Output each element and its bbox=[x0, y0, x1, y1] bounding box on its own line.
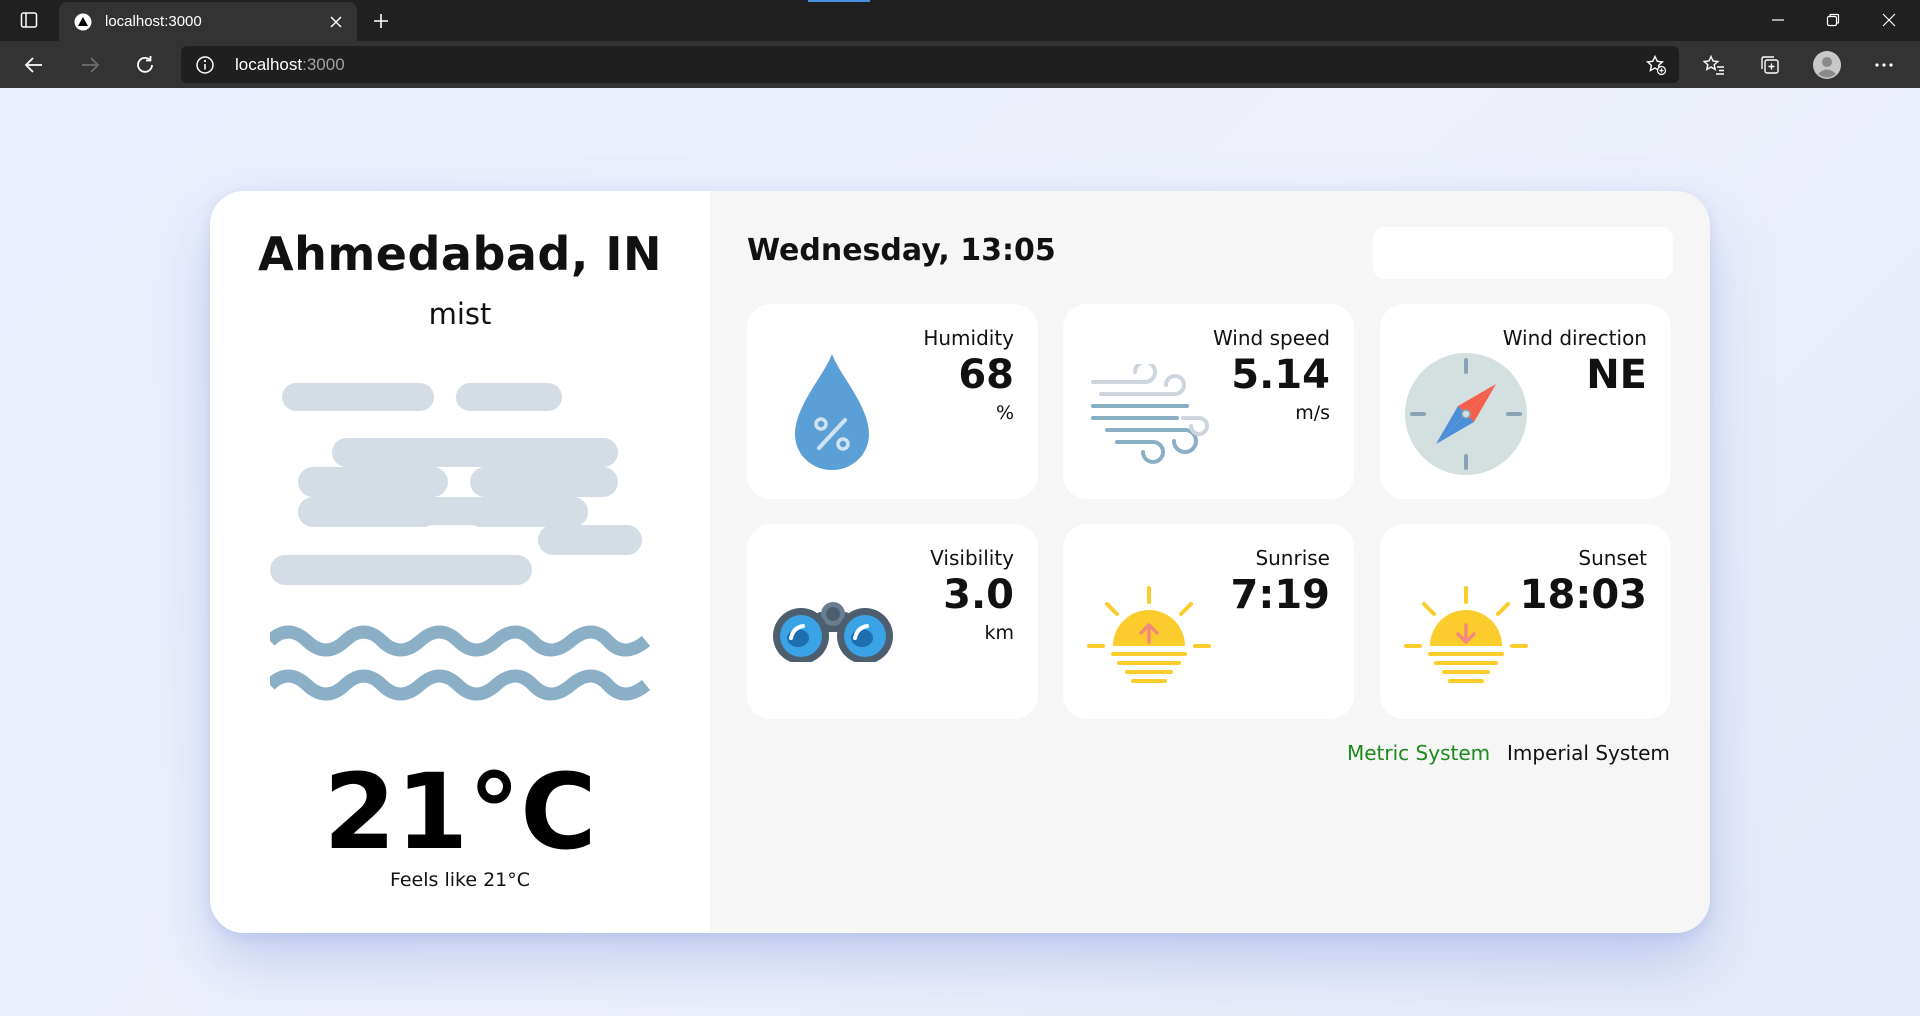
wind-direction-tile: Wind direction NE bbox=[1380, 304, 1671, 499]
metric-system-link[interactable]: Metric System bbox=[1347, 741, 1490, 765]
sunset-label: Sunset bbox=[1578, 546, 1647, 570]
sunset-tile: Sunset 18:03 bbox=[1380, 524, 1671, 719]
sunrise-label: Sunrise bbox=[1255, 546, 1330, 570]
wind-direction-label: Wind direction bbox=[1502, 326, 1647, 350]
collections-icon[interactable] bbox=[1753, 48, 1787, 82]
city-name: Ahmedabad, IN bbox=[258, 227, 662, 281]
wind-speed-tile: Wind speed 5.14 m/s bbox=[1063, 304, 1354, 499]
humidity-unit: % bbox=[995, 402, 1014, 424]
visibility-tile: Visibility 3.0 km bbox=[747, 524, 1038, 719]
accent-line bbox=[808, 0, 870, 2]
sunset-icon bbox=[1404, 586, 1528, 690]
url-host: localhost bbox=[235, 55, 303, 74]
sunrise-tile: Sunrise 7:19 bbox=[1063, 524, 1354, 719]
favorites-icon[interactable] bbox=[1697, 48, 1731, 82]
wind-speed-value: 5.14 bbox=[1231, 352, 1330, 398]
temperature-value: 21 bbox=[323, 751, 469, 873]
feels-like: Feels like 21°C bbox=[389, 869, 531, 891]
browser-tab-strip: localhost:3000 bbox=[0, 0, 1920, 41]
sunrise-icon bbox=[1087, 586, 1211, 690]
close-tab-icon[interactable] bbox=[323, 9, 349, 35]
close-window-icon[interactable] bbox=[1866, 4, 1912, 36]
binoculars-icon bbox=[771, 598, 895, 666]
page-background: Ahmedabad, IN mist 21°C Feels like 21°C … bbox=[0, 88, 1920, 1016]
more-options-icon[interactable] bbox=[1867, 48, 1901, 82]
profile-avatar-icon[interactable] bbox=[1810, 48, 1844, 82]
browser-tab[interactable]: localhost:3000 bbox=[59, 2, 357, 41]
refresh-icon[interactable] bbox=[128, 48, 162, 82]
details-panel: Wednesday, 13:05 Humidity 68 % Wind spee… bbox=[710, 191, 1710, 933]
add-favorite-icon[interactable] bbox=[1643, 52, 1669, 78]
weather-description: mist bbox=[428, 297, 492, 331]
restore-icon[interactable] bbox=[1810, 4, 1856, 36]
city-search-input[interactable] bbox=[1373, 227, 1673, 279]
new-tab-button[interactable] bbox=[366, 6, 396, 36]
minimize-icon[interactable] bbox=[1755, 4, 1801, 36]
humidity-value: 68 bbox=[958, 352, 1014, 398]
date-time: Wednesday, 13:05 bbox=[747, 233, 1056, 268]
visibility-label: Visibility bbox=[930, 546, 1014, 570]
sunrise-value: 7:19 bbox=[1230, 572, 1331, 618]
sunset-value: 18:03 bbox=[1519, 572, 1647, 618]
tab-title: localhost:3000 bbox=[105, 13, 202, 30]
visibility-unit: km bbox=[984, 622, 1014, 644]
forward-icon[interactable] bbox=[73, 48, 107, 82]
visibility-value: 3.0 bbox=[943, 572, 1014, 618]
address-bar[interactable]: localhost:3000 bbox=[181, 46, 1679, 83]
url-text[interactable]: localhost:3000 bbox=[235, 55, 345, 75]
wind-speed-unit: m/s bbox=[1295, 402, 1330, 424]
temperature-unit: °C bbox=[468, 751, 597, 873]
nextjs-favicon-icon bbox=[73, 12, 93, 32]
compass-icon bbox=[1404, 352, 1528, 480]
water-drop-percent-icon bbox=[793, 352, 871, 476]
wind-direction-value: NE bbox=[1586, 352, 1647, 398]
site-info-icon[interactable] bbox=[193, 53, 217, 77]
current-weather-panel: Ahmedabad, IN mist 21°C Feels like 21°C bbox=[210, 191, 710, 933]
browser-toolbar: localhost:3000 bbox=[0, 41, 1920, 88]
wind-icon bbox=[1087, 360, 1211, 468]
wind-speed-label: Wind speed bbox=[1212, 326, 1330, 350]
humidity-tile: Humidity 68 % bbox=[747, 304, 1038, 499]
back-icon[interactable] bbox=[17, 48, 51, 82]
url-port: :3000 bbox=[302, 55, 345, 74]
mist-icon bbox=[265, 383, 651, 727]
weather-card: Ahmedabad, IN mist 21°C Feels like 21°C … bbox=[210, 191, 1710, 933]
tab-actions-icon[interactable] bbox=[14, 8, 44, 32]
imperial-system-link[interactable]: Imperial System bbox=[1507, 741, 1670, 765]
humidity-label: Humidity bbox=[923, 326, 1014, 350]
temperature: 21°C bbox=[210, 751, 710, 873]
